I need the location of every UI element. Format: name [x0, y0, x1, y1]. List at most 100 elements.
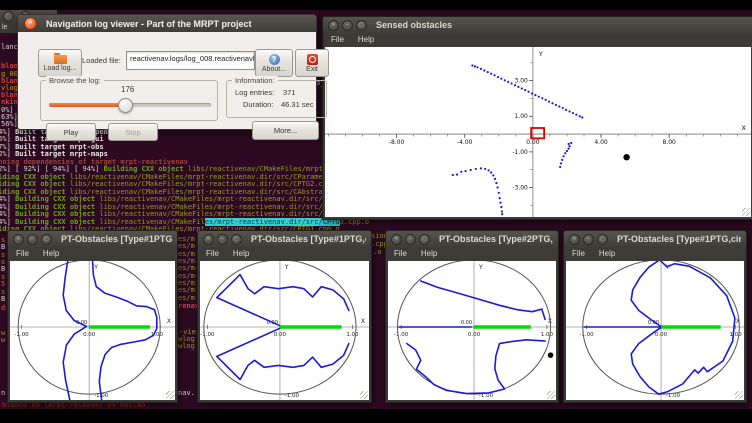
resize-grip[interactable] — [360, 391, 368, 399]
svg-text:1.00: 1.00 — [541, 332, 554, 338]
loaded-file-label: Loaded file: — [82, 56, 121, 65]
loaded-file-field[interactable]: reactivenav.logs/log_008.reactivenavlog — [126, 51, 255, 70]
svg-text:-1.00: -1.00 — [200, 332, 215, 338]
titlebar[interactable]: ✕ – ▢ PT-Obstacles [Type#1PTG,cir — [8, 231, 177, 247]
load-log-label: Load log... — [44, 65, 77, 72]
top-letterbox-bar — [0, 0, 752, 10]
close-icon[interactable]: ✕ — [24, 17, 37, 30]
svg-text:0.00: 0.00 — [83, 332, 96, 338]
titlebar[interactable]: ✕ Navigation log viewer - Part of the MR… — [18, 15, 316, 32]
close-icon[interactable]: ✕ — [203, 234, 214, 245]
menu-help[interactable]: Help — [43, 249, 59, 258]
menu-file[interactable]: File — [16, 249, 29, 258]
desktop-screenshot: 74%] Built target mrpt-opengl76%] Built … — [0, 0, 752, 423]
log-entries-value: 371 — [283, 88, 296, 97]
titlebar[interactable]: ✕ – ▢ PT-Obstacles [Type#1PTG,cir — [564, 231, 746, 247]
svg-text:1.00: 1.00 — [515, 113, 529, 120]
terminal-fragment: es/m — [178, 287, 195, 294]
terminal-fragment: d — [1, 305, 5, 312]
more-button[interactable]: More... — [252, 121, 319, 140]
window-pt-obstacles-4: ✕ – ▢ PT-Obstacles [Type#1PTG,cir File H… — [563, 230, 747, 403]
axes: -8.00-4.000.004.008.003.001.00-1.00-3.00… — [325, 47, 751, 217]
terminal-fragment: renav — [178, 303, 199, 310]
terminal-fragment: es/m — [178, 265, 195, 272]
resize-grip[interactable] — [166, 391, 174, 399]
window-sensed-obstacles: ✕ – ▢ Sensed obstacles File Help -8.00 -4… — [322, 16, 752, 220]
maximize-icon[interactable]: ▢ — [419, 234, 430, 245]
menu-file[interactable]: File — [572, 249, 585, 258]
svg-text:3.00: 3.00 — [515, 78, 529, 85]
svg-text:0.00: 0.00 — [655, 332, 668, 338]
axes: -1.000.001.000.00-1.00XY — [566, 261, 744, 400]
resize-grip[interactable] — [735, 391, 743, 399]
menubar: File Help — [564, 247, 746, 260]
close-icon[interactable]: ✕ — [13, 234, 24, 245]
terminal-fragment: wlog — [178, 343, 195, 350]
terminal-fragment: .o — [373, 249, 381, 256]
terminal-fragment: B — [1, 266, 5, 273]
menu-help[interactable]: Help — [358, 35, 374, 44]
ptg-plot-2: -1.000.001.000.00-1.00XY — [200, 261, 369, 400]
slider-value: 176 — [121, 85, 134, 94]
minimize-icon[interactable]: – — [405, 234, 416, 245]
folder-icon — [54, 55, 67, 64]
resize-grip[interactable] — [742, 208, 750, 216]
plot-area: -1.000.001.000.00-1.00XY — [10, 261, 175, 400]
terminal-fragment: B — [1, 296, 5, 303]
minimize-icon[interactable]: – — [217, 234, 228, 245]
terminal-fragment: blan — [1, 63, 18, 70]
terminal-fragment: 56%] — [1, 121, 18, 128]
close-icon[interactable]: ✕ — [391, 234, 402, 245]
plot-area: -8.00-4.000.004.008.003.001.00-1.00-3.00… — [325, 47, 751, 217]
svg-text:4.00: 4.00 — [594, 139, 608, 146]
about-button[interactable]: ? About... — [255, 49, 293, 77]
information-group: Information: Log entries: 371 Duration: … — [226, 80, 327, 118]
play-button[interactable]: Play — [46, 123, 96, 141]
maximize-icon[interactable]: ▢ — [356, 20, 367, 31]
maximize-icon[interactable]: ▢ — [231, 234, 242, 245]
browse-group-label: Browse the log: — [46, 76, 104, 85]
svg-text:8.00: 8.00 — [663, 139, 677, 146]
terminal-fragment: w — [1, 337, 5, 344]
menu-help[interactable]: Help — [233, 249, 249, 258]
terminal-line: 94%] Building CXX object libs/reactivena… — [0, 196, 369, 203]
svg-text:-4.00: -4.00 — [457, 139, 473, 146]
terminal-fragment: blanco en (mrpt-release) ov matlab — [2, 402, 145, 409]
selected-direction-dot — [548, 352, 554, 358]
svg-text:X: X — [167, 318, 171, 325]
titlebar[interactable]: ✕ – ▢ PT-Obstacles [Type#2PTG,av — [386, 231, 558, 247]
menu-help[interactable]: Help — [599, 249, 615, 258]
svg-text:0.00: 0.00 — [526, 139, 540, 146]
close-icon[interactable]: ✕ — [569, 234, 580, 245]
window-pt-obstacles-1: ✕ – ▢ PT-Obstacles [Type#1PTG,cir File H… — [7, 230, 178, 403]
window-title: Sensed obstacles — [376, 20, 748, 30]
maximize-icon[interactable]: ▢ — [41, 234, 52, 245]
slider-handle[interactable] — [118, 98, 133, 113]
minimize-icon[interactable]: – — [342, 20, 353, 31]
titlebar[interactable]: ✕ – ▢ Sensed obstacles — [323, 17, 752, 33]
close-icon[interactable]: ✕ — [328, 20, 339, 31]
dialog-body: Load log... Loaded file: reactivenav.log… — [18, 32, 316, 129]
close-icon[interactable] — [3, 11, 14, 22]
exit-button[interactable]: Exit — [295, 49, 329, 77]
svg-text:0.00: 0.00 — [461, 320, 472, 326]
stop-button[interactable]: Stop — [108, 123, 158, 141]
minimize-icon[interactable]: – — [583, 234, 594, 245]
menu-file[interactable]: File — [331, 35, 344, 44]
window-title: PT-Obstacles [Type#1PTG,cir — [251, 234, 366, 244]
menu-help[interactable]: Help — [421, 249, 437, 258]
load-log-button[interactable]: Load log... — [38, 49, 82, 77]
svg-text:-1.00: -1.00 — [394, 332, 409, 338]
titlebar[interactable]: ✕ – ▢ PT-Obstacles [Type#1PTG,cir — [198, 231, 371, 247]
svg-text:X: X — [361, 318, 365, 325]
svg-text:Y: Y — [284, 264, 289, 271]
svg-text:Y: Y — [538, 50, 543, 58]
maximize-icon[interactable]: ▢ — [597, 234, 608, 245]
menu-file[interactable]: File — [206, 249, 219, 258]
menu-file[interactable]: File — [394, 249, 407, 258]
resize-grip[interactable] — [547, 391, 555, 399]
svg-text:1.00: 1.00 — [730, 332, 743, 338]
stop-label: Stop — [125, 128, 140, 137]
minimize-icon[interactable]: – — [27, 234, 38, 245]
svg-text:-8.00: -8.00 — [389, 139, 405, 146]
